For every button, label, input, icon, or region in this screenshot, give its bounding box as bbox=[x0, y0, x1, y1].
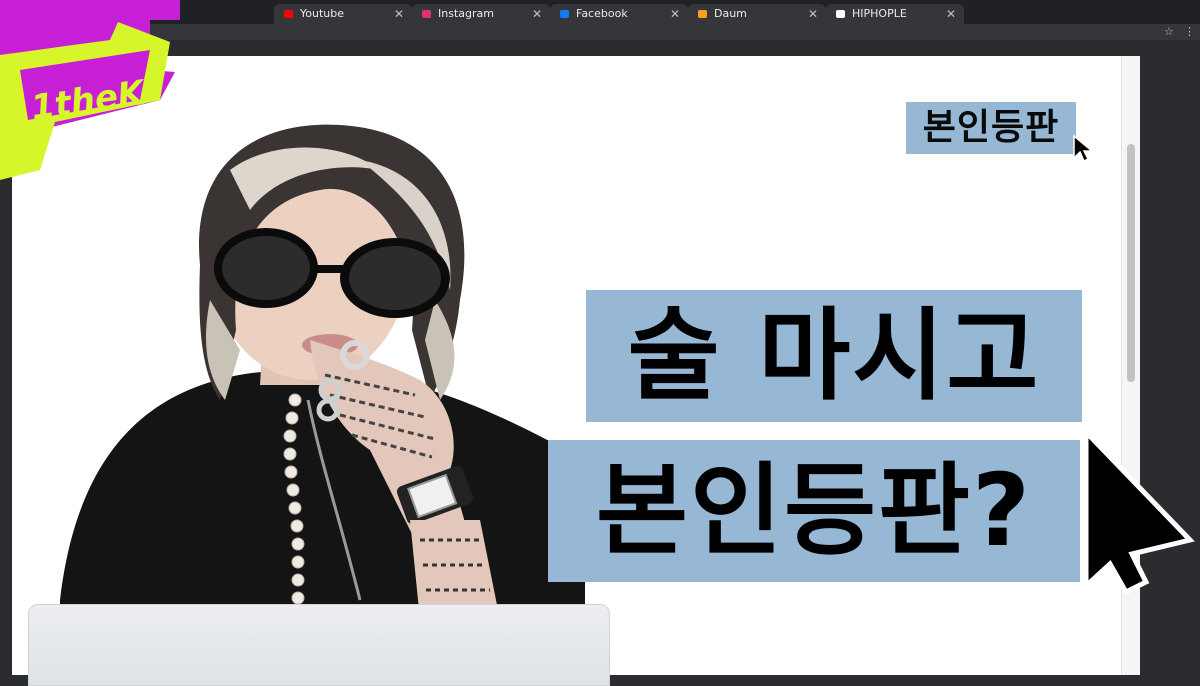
browser-toolbar: ☆ ⋮ bbox=[0, 24, 1200, 40]
close-icon[interactable]: ✕ bbox=[532, 4, 542, 24]
close-icon[interactable]: ✕ bbox=[670, 4, 680, 24]
tab-instagram[interactable]: Instagram ✕ bbox=[412, 4, 550, 24]
browser-tab-bar: Youtube ✕ Instagram ✕ Facebook ✕ Daum ✕ … bbox=[0, 0, 1200, 24]
scroll-thumb[interactable] bbox=[1127, 144, 1135, 382]
tab-label: Daum bbox=[714, 7, 747, 20]
tab-youtube[interactable]: Youtube ✕ bbox=[274, 4, 412, 24]
1thek-logo: 1theK bbox=[0, 0, 180, 180]
close-icon[interactable]: ✕ bbox=[394, 4, 404, 24]
tab-hiphople[interactable]: HIPHOPLE ✕ bbox=[826, 4, 964, 24]
close-icon[interactable]: ✕ bbox=[946, 4, 956, 24]
tab-label: Facebook bbox=[576, 7, 628, 20]
menu-icon[interactable]: ⋮ bbox=[1184, 24, 1195, 40]
tab-label: Youtube bbox=[300, 7, 344, 20]
tab-daum[interactable]: Daum ✕ bbox=[688, 4, 826, 24]
laptop bbox=[28, 604, 610, 686]
youtube-icon bbox=[284, 10, 293, 18]
pixel-cursor-icon bbox=[1083, 428, 1195, 594]
title-tag: 본인등판 bbox=[906, 102, 1076, 154]
daum-icon bbox=[698, 10, 707, 18]
headline-text-1: 술 마시고 bbox=[627, 297, 1041, 414]
hiphople-icon bbox=[836, 10, 845, 18]
headline-line-2: 본인등판? bbox=[548, 440, 1080, 582]
tab-label: Instagram bbox=[438, 7, 494, 20]
instagram-icon bbox=[422, 10, 431, 18]
headline-line-1: 술 마시고 bbox=[586, 290, 1082, 422]
close-icon[interactable]: ✕ bbox=[808, 4, 818, 24]
headline-text-2: 본인등판? bbox=[595, 452, 1032, 569]
cursor-icon bbox=[1073, 134, 1094, 162]
tab-label: HIPHOPLE bbox=[852, 7, 907, 20]
star-icon[interactable]: ☆ bbox=[1164, 24, 1174, 40]
tab-facebook[interactable]: Facebook ✕ bbox=[550, 4, 688, 24]
facebook-icon bbox=[560, 10, 569, 18]
